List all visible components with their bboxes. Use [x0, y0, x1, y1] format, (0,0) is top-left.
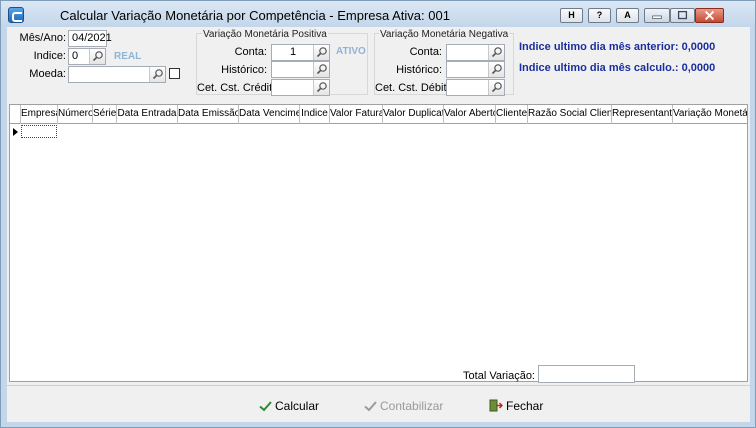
focused-cell[interactable] [21, 125, 57, 138]
grid-column-header[interactable]: Data Emissão [178, 105, 239, 124]
negativa-conta-label: Conta: [409, 46, 442, 58]
magnifier-icon [491, 47, 502, 58]
positiva-conta-lookup-button[interactable] [313, 45, 329, 60]
indice-input[interactable]: 0 [68, 48, 106, 65]
footer-divider [7, 385, 750, 386]
positiva-cet-input[interactable] [271, 79, 330, 96]
current-row-arrow-icon [13, 128, 18, 136]
negativa-conta-lookup-button[interactable] [488, 45, 504, 60]
negativa-historico-input[interactable] [446, 61, 505, 78]
window-title: Calcular Variação Monetária por Competên… [60, 8, 450, 23]
fechar-label: Fechar [506, 398, 544, 413]
grid-column-header[interactable]: Número [58, 105, 93, 124]
title-bar[interactable]: Calcular Variação Monetária por Competên… [1, 1, 755, 27]
mes-ano-input[interactable]: 04/2021 [68, 30, 112, 47]
total-variacao-label: Total Variação: [463, 370, 535, 382]
grid-column-header[interactable]: Data Vencimen [239, 105, 300, 124]
exit-door-icon [489, 399, 503, 412]
grid-column-header[interactable]: Série [93, 105, 117, 124]
positiva-conta-value: 1 [290, 46, 297, 58]
grid-column-header[interactable]: Valor Fatura [330, 105, 383, 124]
magnifier-icon [92, 51, 103, 62]
positiva-cet-lookup-button[interactable] [313, 80, 329, 95]
negativa-historico-label: Histórico: [396, 64, 442, 76]
positiva-cet-label: Cet. Cst. Crédito: [197, 82, 282, 94]
grid-column-header[interactable]: Empresa [21, 105, 58, 124]
grid-header: Empresa Número Série Data Entrada Data E… [10, 105, 747, 124]
negativa-conta-input[interactable] [446, 44, 505, 61]
positiva-title: Variação Monetária Positiva [202, 29, 328, 40]
app-icon[interactable] [8, 7, 24, 23]
total-variacao-input[interactable] [538, 365, 635, 383]
grid-column-header[interactable]: Representante [612, 105, 673, 124]
magnifier-icon [316, 47, 327, 58]
grid-column-header[interactable]: Cliente [496, 105, 528, 124]
magnifier-icon [316, 82, 327, 93]
maximize-icon [677, 10, 688, 20]
negativa-title: Variação Monetária Negativa [379, 29, 510, 40]
grid-column-header[interactable]: Valor Duplicata [383, 105, 444, 124]
grid-column-header[interactable]: Razão Social Cliente [528, 105, 612, 124]
close-icon [704, 10, 715, 21]
magnifier-icon [152, 69, 163, 80]
negativa-cet-label: Cet. Cst. Débito: [375, 82, 456, 94]
moeda-lookup-button[interactable] [149, 67, 165, 82]
indice-value: 0 [72, 50, 79, 62]
grid-column-header[interactable]: Variação Monetária [673, 105, 747, 124]
magnifier-icon [316, 64, 327, 75]
help-button[interactable]: ? [588, 8, 611, 23]
negativa-historico-lookup-button[interactable] [488, 62, 504, 77]
check-icon [364, 401, 377, 412]
contabilizar-label: Contabilizar [380, 398, 444, 413]
indice-lookup-button[interactable] [89, 49, 105, 64]
positiva-historico-lookup-button[interactable] [313, 62, 329, 77]
indice-tag: REAL [114, 51, 142, 62]
indice-calculo-text: Indice ultimo dia mês calculo.: 0,0000 [519, 62, 716, 74]
magnifier-icon [491, 82, 502, 93]
positiva-historico-label: Histórico: [221, 64, 267, 76]
maximize-button[interactable] [670, 8, 695, 23]
main-window: Calcular Variação Monetária por Competên… [0, 0, 756, 428]
grid-column-header[interactable]: Indice [300, 105, 330, 124]
minimize-icon [652, 15, 662, 19]
magnifier-icon [491, 64, 502, 75]
calcular-button[interactable]: Calcular [259, 398, 319, 418]
positiva-conta-label: Conta: [234, 46, 267, 58]
moeda-label: Moeda: [29, 68, 66, 80]
h-button[interactable]: H [560, 8, 583, 23]
fechar-button[interactable]: Fechar [489, 398, 543, 418]
mes-ano-label: Mês/Ano: [19, 32, 66, 44]
calcular-label: Calcular [275, 398, 320, 413]
indice-label: Indice: [33, 50, 66, 62]
positiva-conta-input[interactable]: 1 [271, 44, 330, 61]
results-grid[interactable]: Empresa Número Série Data Entrada Data E… [9, 104, 748, 382]
contabilizar-button[interactable]: Contabilizar [364, 398, 443, 418]
check-icon [259, 401, 272, 412]
close-button[interactable] [695, 8, 724, 23]
form-area: Mês/Ano: 04/2021 Indice: 0 REAL Moeda: V… [7, 27, 750, 422]
a-button[interactable]: A [616, 8, 639, 23]
moeda-input[interactable] [68, 66, 166, 83]
row-indicator-column [10, 105, 21, 124]
minimize-button[interactable] [644, 8, 670, 23]
grid-column-header[interactable]: Data Entrada [117, 105, 178, 124]
positiva-conta-tag: ATIVO [336, 46, 366, 57]
grid-column-header[interactable]: Valor Aberto [444, 105, 496, 124]
moeda-checkbox[interactable] [169, 68, 180, 79]
negativa-cet-lookup-button[interactable] [488, 80, 504, 95]
positiva-historico-input[interactable] [271, 61, 330, 78]
indice-anterior-text: Indice ultimo dia mês anterior: 0,0000 [519, 41, 716, 53]
negativa-cet-input[interactable] [446, 79, 505, 96]
